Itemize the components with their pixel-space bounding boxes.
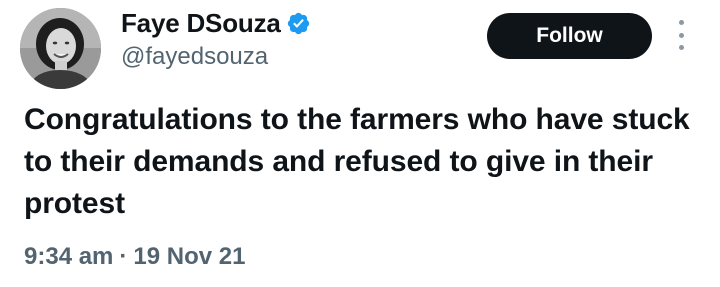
profile-photo xyxy=(20,8,101,89)
avatar[interactable] xyxy=(20,8,101,89)
verified-badge-icon xyxy=(286,11,311,36)
author-name-row: Faye DSouza xyxy=(121,6,311,40)
more-vertical-icon[interactable] xyxy=(673,20,689,50)
tweet-timestamp[interactable]: 9:34 am · 19 Nov 21 xyxy=(24,243,245,271)
follow-button[interactable]: Follow xyxy=(487,13,652,59)
tweet-time: 9:34 am xyxy=(24,243,114,270)
author-handle[interactable]: @fayedsouza xyxy=(121,43,268,71)
tweet-date: 19 Nov 21 xyxy=(133,243,246,270)
author-display-name[interactable]: Faye DSouza xyxy=(121,8,281,39)
tweet-text: Congratulations to the farmers who have … xyxy=(24,103,690,220)
meta-separator: · xyxy=(119,243,128,270)
tweet-card: Faye DSouza @fayedsouza Follow Congratul… xyxy=(0,0,720,287)
